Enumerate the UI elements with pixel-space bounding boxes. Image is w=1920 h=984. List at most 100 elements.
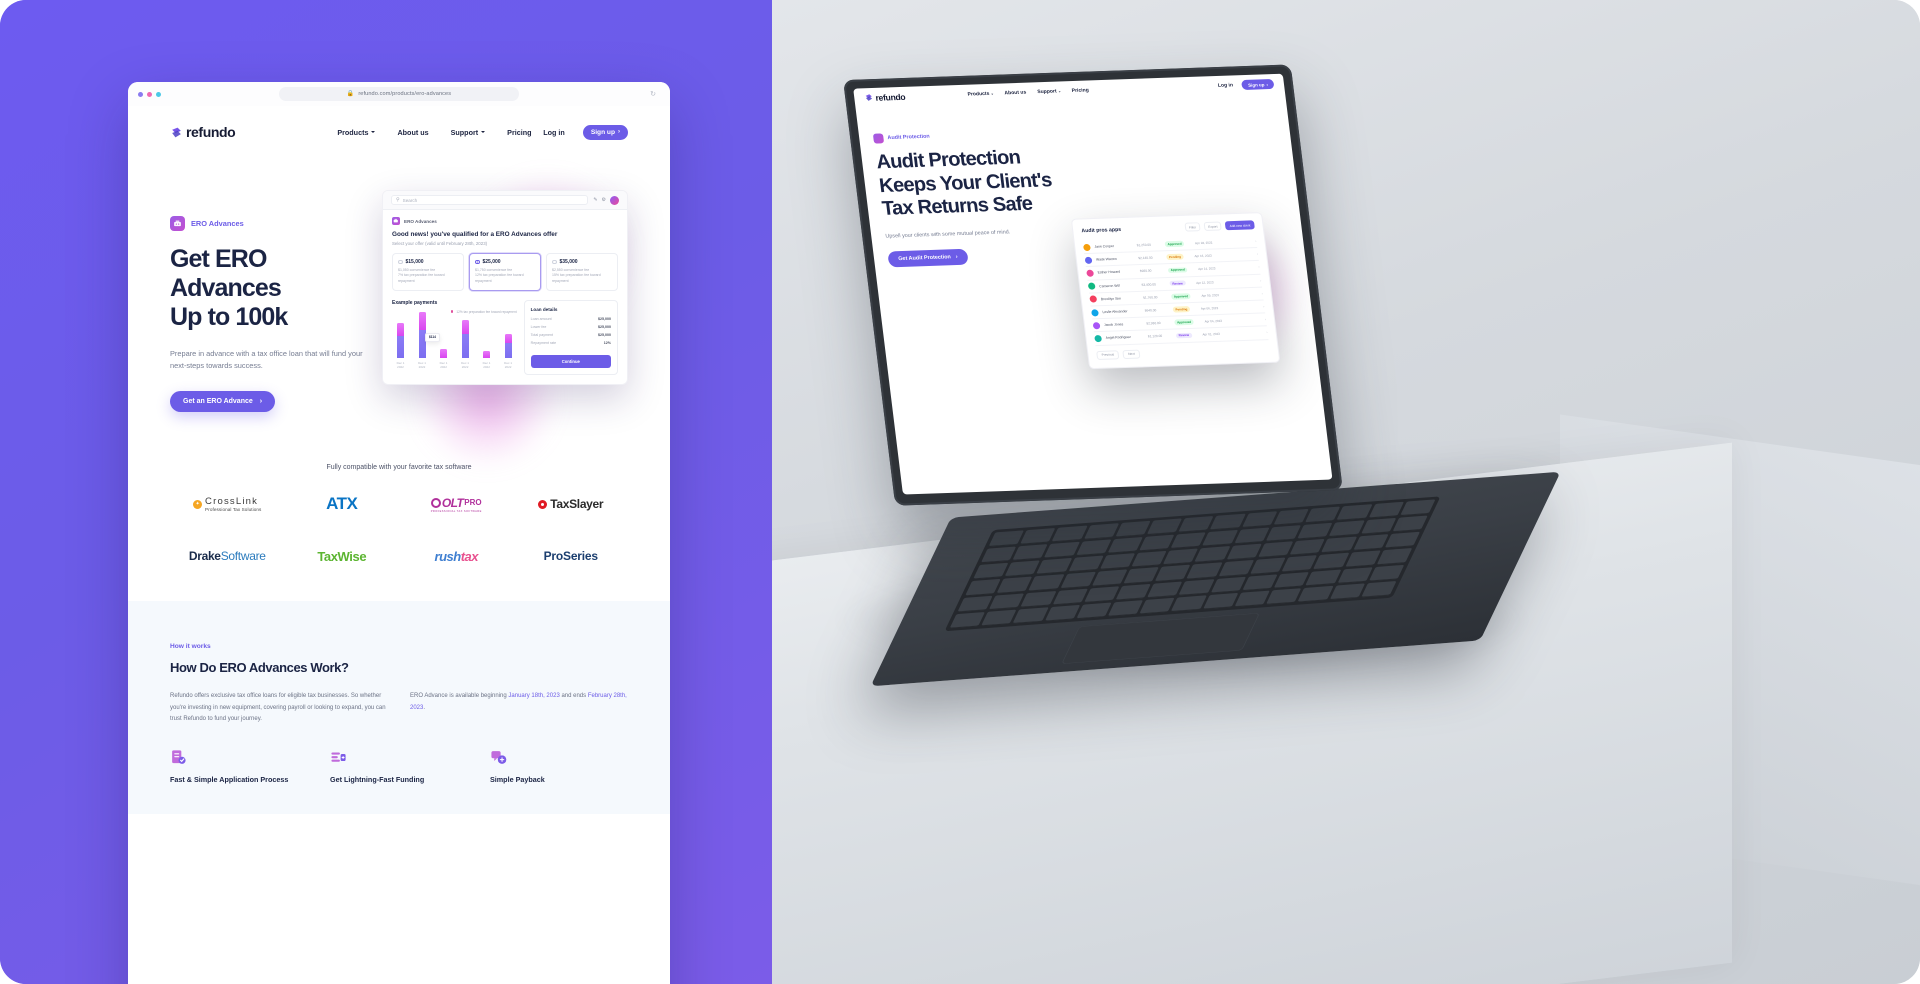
refundo-logo[interactable]: refundo (170, 124, 236, 140)
maximize-dot[interactable] (156, 91, 161, 97)
keyboard-key[interactable] (1360, 518, 1397, 535)
keyboard-key[interactable] (1352, 534, 1389, 551)
laptop-nav-item-support[interactable]: Support (1037, 88, 1061, 95)
keyboard-key[interactable] (1139, 597, 1176, 615)
keyboard-key[interactable] (980, 546, 1017, 564)
keyboard-key[interactable] (1328, 520, 1365, 537)
close-dot[interactable] (138, 91, 143, 97)
chevron-right-icon[interactable]: › (1255, 239, 1257, 243)
nav-item-pricing[interactable]: Pricing (507, 128, 531, 137)
laptop-nav-item-pricing[interactable]: Pricing (1071, 87, 1089, 94)
avatar[interactable] (610, 195, 619, 205)
keyboard-key[interactable] (1297, 585, 1334, 603)
keyboard-key[interactable] (1266, 588, 1302, 605)
keyboard-key[interactable] (1249, 557, 1286, 575)
nav-item-support[interactable]: Support (451, 128, 486, 137)
nav-item-products[interactable]: Products (337, 128, 376, 137)
keyboard-key[interactable] (1170, 532, 1207, 549)
keyboard-key[interactable] (1107, 537, 1143, 554)
keyboard-key[interactable] (1194, 546, 1231, 563)
keyboard-key[interactable] (1384, 531, 1420, 549)
keyboard-key[interactable] (1289, 539, 1325, 556)
keyboard-key[interactable] (1368, 501, 1404, 519)
keyboard-key[interactable] (1060, 572, 1096, 589)
keyboard-key[interactable] (1273, 508, 1309, 526)
keyboard-key[interactable] (1281, 555, 1318, 572)
keyboard-key[interactable] (1083, 586, 1120, 603)
keyboard-key[interactable] (1233, 527, 1270, 545)
radio-icon-selected[interactable] (475, 259, 480, 265)
chevron-right-icon[interactable]: › (1258, 265, 1260, 269)
keyboard-key[interactable] (1044, 604, 1081, 622)
chevron-right-icon[interactable]: › (1260, 278, 1262, 282)
keyboard-key[interactable] (1146, 518, 1183, 535)
keyboard-key[interactable] (1020, 527, 1056, 545)
next-page-button[interactable]: Next (1122, 349, 1141, 359)
keyboard-key[interactable] (1075, 539, 1112, 556)
keyboard-key[interactable] (1044, 541, 1080, 559)
window-controls[interactable] (138, 91, 161, 97)
keyboard-key[interactable] (1131, 551, 1167, 568)
radio-icon[interactable] (552, 259, 557, 265)
chevron-right-icon[interactable]: › (1263, 304, 1265, 308)
chevron-right-icon[interactable]: › (1257, 252, 1259, 256)
radio-icon[interactable] (398, 259, 403, 265)
keyboard-key[interactable] (1147, 581, 1183, 598)
keyboard-key[interactable] (1360, 580, 1397, 598)
chevron-right-icon[interactable]: › (1266, 331, 1268, 335)
keyboard-key[interactable] (965, 579, 1001, 596)
keyboard-key[interactable] (1067, 555, 1104, 573)
keyboard-key[interactable] (1218, 560, 1254, 577)
keyboard-key[interactable] (1241, 511, 1278, 528)
address-bar[interactable]: 🔒 refundo.com/products/ero-advances (279, 87, 519, 101)
laptop-trackpad[interactable] (1061, 612, 1261, 665)
laptop-nav-item-about[interactable]: About us (1004, 90, 1027, 97)
keyboard-key[interactable] (1321, 536, 1357, 554)
keyboard-key[interactable] (1202, 592, 1239, 610)
chevron-right-icon[interactable]: › (1261, 291, 1263, 295)
keyboard-key[interactable] (1368, 564, 1405, 582)
filter-button[interactable]: Filter (1184, 222, 1201, 232)
continue-button[interactable]: Continue (530, 354, 611, 368)
keyboard-key[interactable] (1107, 599, 1144, 617)
keyboard-key[interactable] (1210, 576, 1247, 593)
keyboard-key[interactable] (1099, 553, 1136, 570)
keyboard-key[interactable] (1376, 548, 1413, 565)
keyboard-key[interactable] (1020, 590, 1057, 608)
login-link[interactable]: Log in (543, 128, 565, 137)
laptop-signup-button[interactable]: Sign up › (1241, 78, 1275, 90)
date-link-start[interactable]: January 18th, 2023 (508, 693, 559, 699)
search-input[interactable]: ⚲ Search (391, 195, 589, 205)
keyboard-key[interactable] (1083, 523, 1120, 540)
offer-option-selected[interactable]: $25,000 $1,750 convenience fee 12% tax p… (469, 253, 541, 291)
keyboard-key[interactable] (949, 611, 986, 629)
keyboard-key[interactable] (1305, 569, 1342, 586)
keyboard-key[interactable] (1052, 588, 1088, 605)
keyboard-key[interactable] (989, 593, 1025, 610)
keyboard-key[interactable] (1297, 522, 1333, 540)
export-button[interactable]: Export (1203, 221, 1223, 231)
laptop-refundo-logo[interactable]: refundo (863, 88, 906, 107)
keyboard-key[interactable] (988, 530, 1025, 547)
keyboard-key[interactable] (1162, 548, 1199, 566)
keyboard-key[interactable] (1210, 513, 1246, 531)
keyboard-key[interactable] (1313, 553, 1349, 570)
previous-page-button[interactable]: Previous (1096, 349, 1120, 360)
keyboard-key[interactable] (1178, 578, 1215, 596)
laptop-login-link[interactable]: Log in (1218, 82, 1234, 88)
keyboard-key[interactable] (1344, 550, 1381, 568)
keyboard-key[interactable] (1329, 583, 1365, 600)
keyboard-key[interactable] (1226, 543, 1262, 561)
keyboard-key[interactable] (1399, 499, 1436, 516)
minimize-dot[interactable] (147, 91, 152, 97)
edit-icon[interactable]: ✎ (593, 197, 597, 203)
keyboard-key[interactable] (1091, 569, 1128, 587)
keyboard-key[interactable] (1273, 571, 1310, 589)
keyboard-key[interactable] (1337, 566, 1373, 584)
keyboard-key[interactable] (1265, 525, 1302, 542)
offer-option[interactable]: $35,000 $2,550 convenience fee 15% tax p… (546, 253, 618, 291)
keyboard-key[interactable] (1004, 560, 1041, 577)
keyboard-key[interactable] (1234, 590, 1271, 607)
keyboard-key[interactable] (1242, 574, 1278, 591)
keyboard-key[interactable] (1123, 567, 1159, 584)
